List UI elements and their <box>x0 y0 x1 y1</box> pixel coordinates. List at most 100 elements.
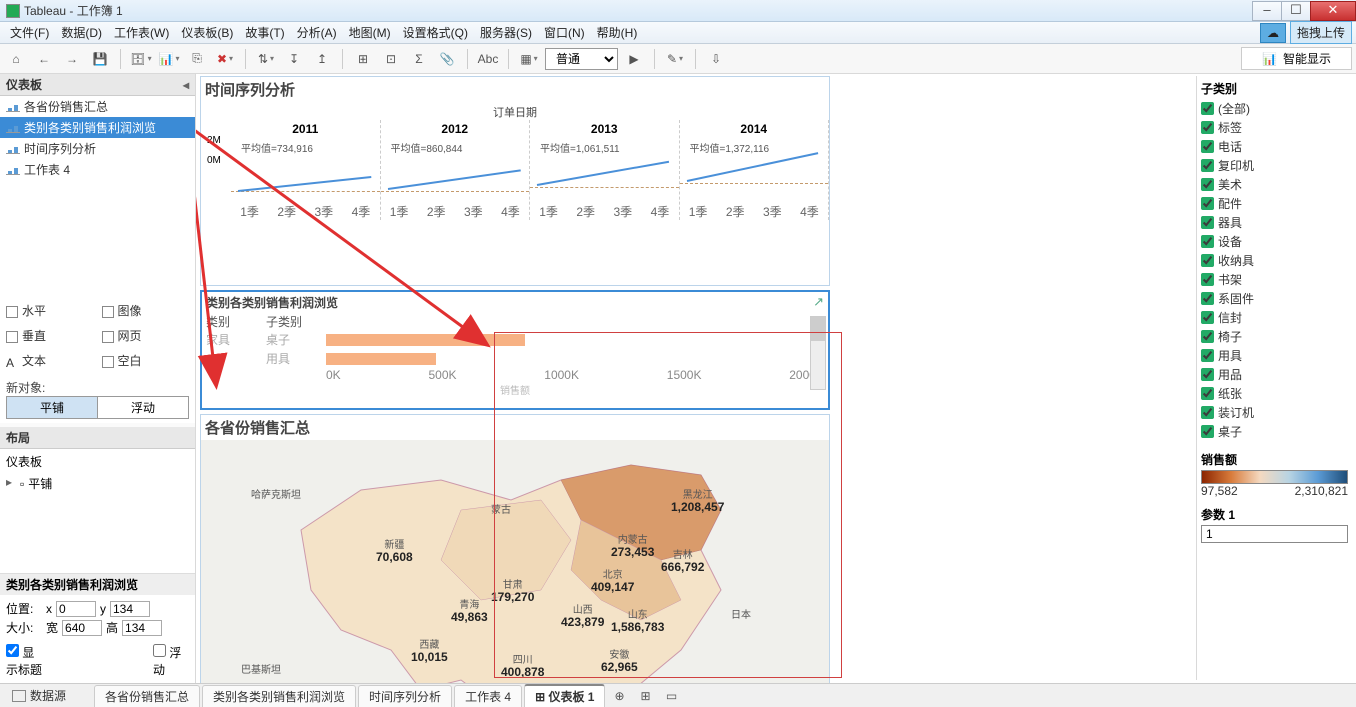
layout-node-tile[interactable]: ▫平铺 <box>6 474 189 493</box>
view-mode-select[interactable]: 普通 <box>545 48 618 70</box>
tab-timeseries[interactable]: 时间序列分析 <box>358 685 452 707</box>
menu-help[interactable]: 帮助(H) <box>591 22 644 43</box>
redo-icon[interactable]: → <box>60 47 84 71</box>
subcat-checkbox[interactable]: 配件 <box>1201 194 1348 213</box>
tab-dashboard1[interactable]: ⊞ 仪表板 1 <box>524 684 605 707</box>
undo-icon[interactable]: ← <box>32 47 56 71</box>
size-w-input[interactable] <box>62 620 102 636</box>
bar-chart-icon <box>6 144 20 154</box>
pin-icon[interactable]: 📎 <box>435 47 459 71</box>
subcat-checkbox[interactable]: 器具 <box>1201 213 1348 232</box>
cat-row[interactable]: 家具桌子 <box>202 330 828 349</box>
viz-category-profit[interactable]: 类别各类别销售利润浏览↗ 类别子类别 家具桌子 用具 0K500K1000K15… <box>200 290 830 410</box>
sheet-item-provinces[interactable]: 各省份销售汇总 <box>0 96 195 117</box>
maximize-button[interactable]: ☐ <box>1281 1 1311 21</box>
swap-icon[interactable]: ⇅ <box>254 47 278 71</box>
new-dashboard-icon[interactable]: ⊞ <box>633 684 657 707</box>
obj-webpage[interactable]: 网页 <box>102 325 190 346</box>
subcat-checkbox[interactable]: 用品 <box>1201 365 1348 384</box>
goto-sheet-icon[interactable]: ↗ <box>813 294 824 311</box>
hierarchy-icon[interactable]: ⊡ <box>379 47 403 71</box>
param-input[interactable] <box>1201 525 1348 543</box>
obj-vertical[interactable]: 垂直 <box>6 325 94 346</box>
home-icon[interactable]: ⌂ <box>4 47 28 71</box>
subcat-checkbox[interactable]: 电话 <box>1201 137 1348 156</box>
clear-icon[interactable]: ✖ <box>213 47 237 71</box>
size-h-input[interactable] <box>122 620 162 636</box>
viz-map[interactable]: 各省份销售汇总 哈萨克斯坦新疆70,608蒙古黑龙江1,208,457内蒙古27… <box>200 414 830 683</box>
menu-server[interactable]: 服务器(S) <box>474 22 538 43</box>
label-icon[interactable]: Abc <box>476 47 500 71</box>
menu-dashboard[interactable]: 仪表板(B) <box>175 22 239 43</box>
menu-format[interactable]: 设置格式(Q) <box>397 22 474 43</box>
subcat-checkbox[interactable]: (全部) <box>1201 99 1348 118</box>
subcat-checkbox[interactable]: 椅子 <box>1201 327 1348 346</box>
subcat-checkbox[interactable]: 书架 <box>1201 270 1348 289</box>
menu-map[interactable]: 地图(M) <box>343 22 397 43</box>
map-body[interactable]: 哈萨克斯坦新疆70,608蒙古黑龙江1,208,457内蒙古273,453吉林6… <box>201 440 829 683</box>
totals-icon[interactable]: Σ <box>407 47 431 71</box>
tab-sheet4[interactable]: 工作表 4 <box>454 685 522 707</box>
new-worksheet-icon[interactable]: ⊕ <box>607 684 631 707</box>
subcat-checkbox[interactable]: 复印机 <box>1201 156 1348 175</box>
menu-window[interactable]: 窗口(N) <box>538 22 591 43</box>
tile-button[interactable]: 平铺 <box>7 397 98 418</box>
presentation-icon[interactable]: ▶ <box>622 47 646 71</box>
sheet-item-timeseries[interactable]: 时间序列分析 <box>0 138 195 159</box>
obj-horizontal[interactable]: 水平 <box>6 300 94 321</box>
subcat-checkbox[interactable]: 信封 <box>1201 308 1348 327</box>
menu-analysis[interactable]: 分析(A) <box>291 22 343 43</box>
subcat-checkbox[interactable]: 系固件 <box>1201 289 1348 308</box>
layout-root[interactable]: 仪表板 <box>6 453 189 470</box>
subcat-checkbox[interactable]: 设备 <box>1201 232 1348 251</box>
new-sheet-icon[interactable]: 📊 <box>157 47 181 71</box>
group-icon[interactable]: ⊞ <box>351 47 375 71</box>
pos-x-input[interactable] <box>56 601 96 617</box>
menu-story[interactable]: 故事(T) <box>239 22 290 43</box>
scrollbar[interactable] <box>810 316 826 390</box>
date-header: 订单日期 <box>201 102 829 120</box>
show-me-button[interactable]: 📊智能显示 <box>1241 47 1352 70</box>
minimize-button[interactable]: – <box>1252 1 1282 21</box>
tab-category-profit[interactable]: 类别各类别销售利润浏览 <box>202 685 356 707</box>
menu-data[interactable]: 数据(D) <box>55 22 108 43</box>
float-button[interactable]: 浮动 <box>98 397 188 418</box>
highlight-icon[interactable]: ✎ <box>663 47 687 71</box>
subcat-checkbox[interactable]: 桌子 <box>1201 422 1348 441</box>
download-icon[interactable]: ⇩ <box>704 47 728 71</box>
obj-image[interactable]: 图像 <box>102 300 190 321</box>
collapse-icon[interactable]: ◂ <box>183 78 189 92</box>
obj-blank[interactable]: 空白 <box>102 350 190 371</box>
sheet-item-sheet4[interactable]: 工作表 4 <box>0 159 195 180</box>
cloud-icon[interactable]: ☁ <box>1260 23 1286 43</box>
menu-worksheet[interactable]: 工作表(W) <box>108 22 175 43</box>
sheet-item-category-profit[interactable]: 类别各类别销售利润浏览 <box>0 117 195 138</box>
new-data-icon[interactable]: 🗄 <box>129 47 153 71</box>
subcat-checkbox[interactable]: 装订机 <box>1201 403 1348 422</box>
new-story-icon[interactable]: ▭ <box>659 684 683 707</box>
viz-timeseries[interactable]: 时间序列分析 订单日期 2M 0M 2011平均值=734,9161季2季3季4… <box>200 76 830 286</box>
subcat-checkbox[interactable]: 纸张 <box>1201 384 1348 403</box>
obj-text[interactable]: A文本 <box>6 350 94 371</box>
subcat-checkbox[interactable]: 美术 <box>1201 175 1348 194</box>
data-source-tab[interactable]: 数据源 <box>4 685 74 706</box>
show-title-checkbox[interactable]: 显示标题 <box>6 644 42 678</box>
duplicate-icon[interactable]: ⎘ <box>185 47 209 71</box>
save-icon[interactable]: 💾 <box>88 47 112 71</box>
map-region-label: 四川400,878 <box>501 655 544 679</box>
float-checkbox[interactable]: 浮动 <box>153 644 189 678</box>
dashboard-canvas[interactable]: 时间序列分析 订单日期 2M 0M 2011平均值=734,9161季2季3季4… <box>196 74 1356 683</box>
sort-desc-icon[interactable]: ↥ <box>310 47 334 71</box>
cloud-upload-button[interactable]: 拖拽上传 <box>1290 21 1352 44</box>
cat-row[interactable]: 用具 <box>202 349 828 368</box>
menu-file[interactable]: 文件(F) <box>4 22 55 43</box>
new-object-label: 新对象: <box>6 379 189 396</box>
tab-provinces[interactable]: 各省份销售汇总 <box>94 685 200 707</box>
close-button[interactable]: ✕ <box>1310 1 1356 21</box>
subcat-checkbox[interactable]: 收纳具 <box>1201 251 1348 270</box>
fit-icon[interactable]: ▦ <box>517 47 541 71</box>
pos-y-input[interactable] <box>110 601 150 617</box>
subcat-checkbox[interactable]: 用具 <box>1201 346 1348 365</box>
subcat-checkbox[interactable]: 标签 <box>1201 118 1348 137</box>
sort-asc-icon[interactable]: ↧ <box>282 47 306 71</box>
